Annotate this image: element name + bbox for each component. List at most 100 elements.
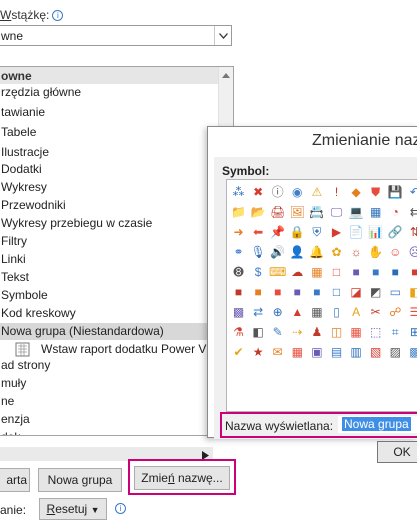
symbol-cell[interactable]: ◧ — [249, 322, 268, 341]
symbol-cell[interactable]: ■ — [366, 262, 385, 281]
symbol-cell[interactable]: ⇅ — [405, 222, 417, 241]
symbol-cell[interactable]: ◧ — [405, 282, 417, 301]
symbol-cell[interactable]: 👤 — [288, 242, 307, 261]
chevron-down-icon[interactable] — [214, 26, 231, 45]
symbol-cell[interactable]: 💾 — [386, 182, 405, 201]
symbol-cell[interactable]: ! — [327, 182, 346, 201]
symbol-cell[interactable]: 📇 — [307, 202, 326, 221]
symbol-cell[interactable]: ☰ — [405, 302, 417, 321]
symbol-cell[interactable]: ☼ — [347, 242, 366, 261]
symbol-cell[interactable]: ♟ — [307, 322, 326, 341]
symbol-cell[interactable]: ⚭ — [229, 242, 248, 261]
symbol-cell[interactable]: ⇄ — [249, 302, 268, 321]
symbol-cell[interactable]: ▦ — [347, 322, 366, 341]
symbol-cell[interactable]: 📂 — [249, 202, 268, 221]
tree-item[interactable]: Filtry — [0, 233, 217, 250]
symbol-cell[interactable]: ✿ — [327, 242, 346, 261]
tree-item[interactable]: Ilustracje — [0, 144, 217, 161]
symbol-cell[interactable]: ■ — [405, 262, 417, 281]
symbol-cell[interactable]: ■ — [268, 282, 287, 301]
symbol-cell[interactable]: A — [347, 302, 366, 321]
symbol-cell[interactable]: ◉ — [288, 182, 307, 201]
symbol-cell[interactable]: ■ — [288, 282, 307, 301]
symbol-cell[interactable]: 📄 — [347, 222, 366, 241]
new-group-button[interactable]: Nowa grupa — [38, 468, 122, 492]
symbol-cell[interactable]: 🔗 — [386, 222, 405, 241]
symbol-cell[interactable]: ▦ — [288, 342, 307, 361]
tree-item[interactable]: Wykresy przebiegu w czasie — [0, 215, 217, 232]
symbol-cell[interactable]: ★ — [249, 342, 268, 361]
symbol-cell[interactable]: 📌 — [268, 222, 287, 241]
symbol-cell[interactable]: 🔔 — [307, 242, 326, 261]
symbol-cell[interactable]: ⛊ — [366, 182, 385, 201]
symbol-cell[interactable]: ▥ — [347, 342, 366, 361]
symbol-cell[interactable]: $ — [249, 262, 268, 281]
symbol-cell[interactable]: ⬚ — [366, 322, 385, 341]
symbol-cell[interactable]: ✉ — [268, 342, 287, 361]
symbol-cell[interactable]: 📁 — [229, 202, 248, 221]
symbol-cell[interactable]: ▩ — [405, 342, 417, 361]
symbol-cell[interactable]: ✋ — [366, 242, 385, 261]
symbol-cell[interactable]: ■ — [307, 282, 326, 301]
tree-item[interactable]: Tabele — [0, 124, 217, 141]
symbol-cell[interactable]: 📊 — [366, 222, 385, 241]
symbol-cell[interactable]: 💻 — [347, 202, 366, 221]
symbol-cell[interactable]: ☹ — [405, 242, 417, 261]
symbol-cell[interactable]: ➑ — [229, 262, 248, 281]
symbol-cell[interactable]: □ — [327, 262, 346, 281]
tree-item[interactable]: Wykresy — [0, 179, 217, 196]
display-name-input[interactable]: Nowa grupa — [338, 416, 417, 433]
symbol-cell[interactable]: ✂ — [366, 302, 385, 321]
ribbon-tabs-dropdown[interactable]: wne — [0, 25, 232, 46]
symbol-grid[interactable]: ⁂✖ⓘ◉⚠!◆⛊💾↶📁📂🖨🖼📇🖵💻▦◔⇇➜⬅📌🔒⛨▶📄📊🔗⇅⚭🎙🔊👤🔔✿☼✋☺☹… — [226, 179, 417, 412]
symbol-cell[interactable]: ▩ — [229, 302, 248, 321]
symbol-cell[interactable]: ▯ — [327, 302, 346, 321]
symbol-cell[interactable]: ◩ — [366, 282, 385, 301]
symbol-cell[interactable]: ⓘ — [268, 182, 287, 201]
symbol-cell[interactable]: ⇢ — [288, 322, 307, 341]
tree-item[interactable]: tawianie — [0, 104, 217, 121]
symbol-cell[interactable]: □ — [327, 282, 346, 301]
symbol-cell[interactable]: ✔ — [229, 342, 248, 361]
tree-item[interactable]: ne — [0, 393, 217, 410]
symbol-cell[interactable]: ✎ — [268, 322, 287, 341]
symbol-cell[interactable]: ▦ — [366, 202, 385, 221]
symbol-cell[interactable]: ⌗ — [386, 322, 405, 341]
tree-item[interactable]: Symbole — [0, 287, 217, 304]
symbol-cell[interactable]: ⊕ — [268, 302, 287, 321]
tree-item[interactable]: dok — [0, 429, 217, 435]
symbol-cell[interactable]: 🔒 — [288, 222, 307, 241]
symbol-cell[interactable]: ⚗ — [229, 322, 248, 341]
tree-item[interactable]: Kod kreskowy — [0, 305, 217, 322]
tree-item[interactable]: enzja — [0, 411, 217, 428]
symbol-cell[interactable]: ■ — [386, 262, 405, 281]
tree-item[interactable]: muły — [0, 375, 217, 392]
symbol-cell[interactable]: ▲ — [288, 302, 307, 321]
scroll-up-icon[interactable] — [218, 67, 233, 83]
tree-item[interactable]: Tekst — [0, 269, 217, 286]
rename-button[interactable]: Zmień nazwę... — [134, 466, 230, 490]
tree-item[interactable]: Linki — [0, 251, 217, 268]
symbol-cell[interactable]: ◔ — [386, 202, 405, 221]
symbol-cell[interactable]: ↶ — [405, 182, 417, 201]
symbol-cell[interactable]: ▦ — [307, 302, 326, 321]
symbol-cell[interactable]: ▶ — [327, 222, 346, 241]
tree-item[interactable]: rzędzia główne — [0, 84, 217, 101]
symbol-cell[interactable]: ◆ — [347, 182, 366, 201]
symbol-cell[interactable]: ▧ — [366, 342, 385, 361]
symbol-cell[interactable]: ■ — [347, 262, 366, 281]
symbol-cell[interactable]: ■ — [229, 282, 248, 301]
new-tab-button[interactable]: arta — [0, 468, 30, 492]
tree-item[interactable]: ad strony — [0, 357, 217, 374]
ribbon-tree[interactable]: owne rzędzia główne tawianie Tabele Ilus… — [0, 66, 234, 436]
symbol-cell[interactable]: ☁ — [288, 262, 307, 281]
symbol-cell[interactable]: ⛨ — [307, 222, 326, 241]
tree-item[interactable]: Wstaw raport dodatku Power Vi — [0, 341, 217, 358]
tree-item-selected[interactable]: Nowa grupa (Niestandardowa) — [0, 323, 217, 340]
info-icon[interactable]: i — [115, 503, 126, 514]
symbol-cell[interactable]: ▦ — [307, 262, 326, 281]
symbol-cell[interactable]: 🎙 — [249, 242, 268, 261]
symbol-cell[interactable]: ☺ — [386, 242, 405, 261]
tree-item[interactable]: Dodatki — [0, 161, 217, 178]
symbol-cell[interactable]: ▤ — [327, 342, 346, 361]
